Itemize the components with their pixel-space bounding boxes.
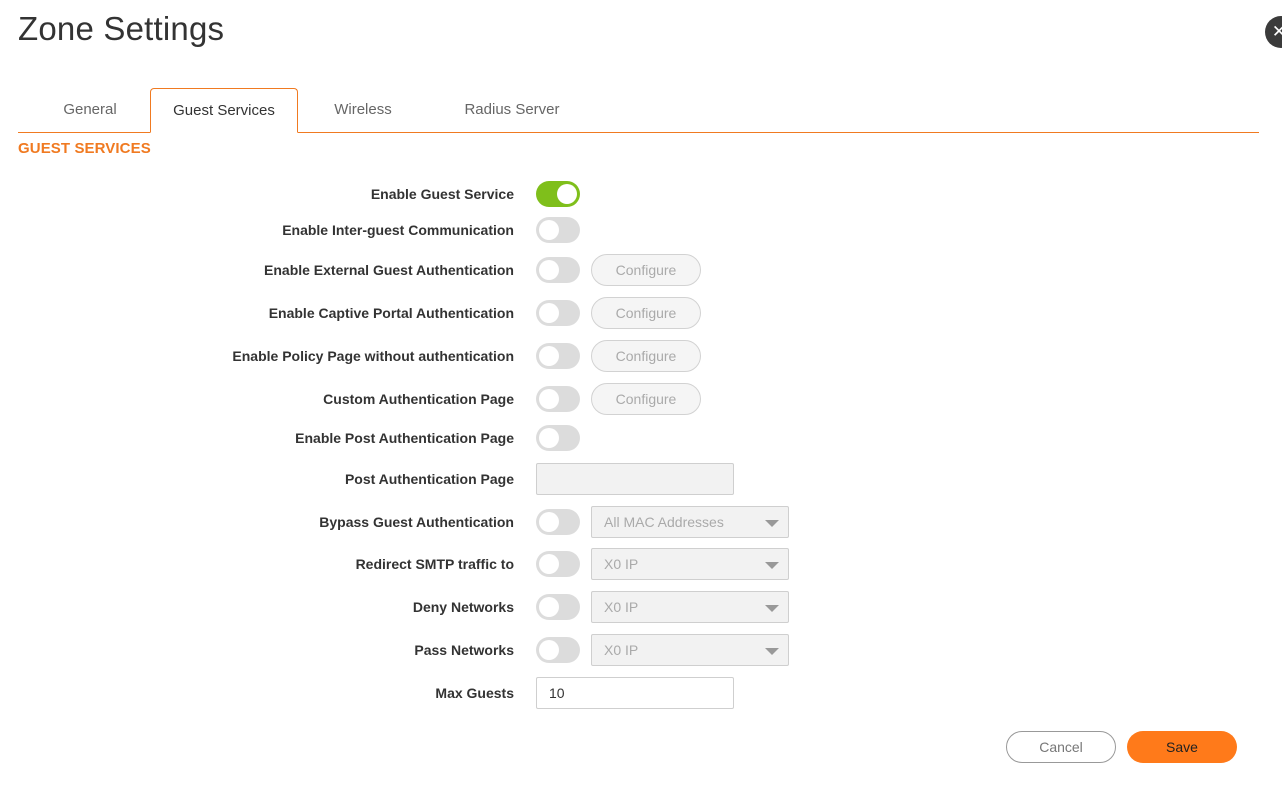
row-enable-guest-service: Enable Guest Service <box>0 178 1282 210</box>
save-button[interactable]: Save <box>1127 731 1237 763</box>
tab-wireless[interactable]: Wireless <box>314 88 412 132</box>
toggle-knob <box>539 428 559 448</box>
bypass-guest-auth-selected: All MAC Addresses <box>604 514 724 530</box>
captive-portal-label: Enable Captive Portal Authentication <box>268 305 514 321</box>
custom-auth-page-label: Custom Authentication Page <box>323 391 514 407</box>
row-external-auth: Enable External Guest Authentication Con… <box>0 254 1282 286</box>
post-auth-enable-label: Enable Post Authentication Page <box>295 430 514 446</box>
custom-auth-page-configure-button[interactable]: Configure <box>591 383 701 415</box>
toggle-knob <box>539 303 559 323</box>
row-post-auth-enable: Enable Post Authentication Page <box>0 422 1282 454</box>
bypass-guest-auth-select[interactable]: All MAC Addresses <box>591 506 789 538</box>
toggle-knob <box>539 554 559 574</box>
post-auth-page-label: Post Authentication Page <box>344 471 514 487</box>
section-title: GUEST SERVICES <box>18 140 151 157</box>
toggle-knob <box>539 220 559 240</box>
row-custom-auth-page: Custom Authentication Page Configure <box>0 383 1282 415</box>
policy-page-toggle[interactable] <box>536 343 580 369</box>
chevron-down-icon <box>765 648 779 655</box>
toggle-knob <box>539 640 559 660</box>
pass-networks-select[interactable]: X0 IP <box>591 634 789 666</box>
chevron-down-icon <box>765 520 779 527</box>
max-guests-input[interactable]: 10 <box>536 677 734 709</box>
tab-guest-services[interactable]: Guest Services <box>150 88 298 133</box>
redirect-smtp-select[interactable]: X0 IP <box>591 548 789 580</box>
external-auth-configure-button[interactable]: Configure <box>591 254 701 286</box>
captive-portal-toggle[interactable] <box>536 300 580 326</box>
deny-networks-selected: X0 IP <box>604 599 639 615</box>
row-post-auth-page: Post Authentication Page <box>0 463 1282 495</box>
row-inter-guest: Enable Inter-guest Communication <box>0 214 1282 246</box>
toggle-knob <box>539 597 559 617</box>
row-captive-portal: Enable Captive Portal Authentication Con… <box>0 297 1282 329</box>
enable-guest-service-toggle[interactable] <box>536 181 580 207</box>
policy-page-label: Enable Policy Page without authenticatio… <box>232 348 514 364</box>
inter-guest-label: Enable Inter-guest Communication <box>282 222 514 238</box>
toggle-knob <box>539 260 559 280</box>
toggle-knob <box>539 346 559 366</box>
external-auth-label: Enable External Guest Authentication <box>264 262 514 278</box>
close-icon: ✕ <box>1271 21 1282 41</box>
captive-portal-configure-button[interactable]: Configure <box>591 297 701 329</box>
cancel-button[interactable]: Cancel <box>1006 731 1116 763</box>
toggle-knob <box>539 389 559 409</box>
deny-networks-toggle[interactable] <box>536 594 580 620</box>
toggle-knob <box>539 512 559 532</box>
toggle-knob <box>557 184 577 204</box>
pass-networks-selected: X0 IP <box>604 642 639 658</box>
bypass-guest-auth-label: Bypass Guest Authentication <box>319 514 514 530</box>
row-deny-networks: Deny Networks X0 IP <box>0 591 1282 623</box>
custom-auth-page-toggle[interactable] <box>536 386 580 412</box>
bypass-guest-auth-toggle[interactable] <box>536 509 580 535</box>
tab-radius-server[interactable]: Radius Server <box>432 88 592 132</box>
pass-networks-label: Pass Networks <box>414 642 514 658</box>
tab-general[interactable]: General <box>38 88 142 132</box>
max-guests-label: Max Guests <box>435 685 514 701</box>
chevron-down-icon <box>765 562 779 569</box>
deny-networks-label: Deny Networks <box>412 599 514 615</box>
row-max-guests: Max Guests 10 <box>0 677 1282 709</box>
post-auth-page-input[interactable] <box>536 463 734 495</box>
external-auth-toggle[interactable] <box>536 257 580 283</box>
post-auth-enable-toggle[interactable] <box>536 425 580 451</box>
row-bypass-guest-auth: Bypass Guest Authentication All MAC Addr… <box>0 506 1282 538</box>
page-title: Zone Settings <box>18 10 225 47</box>
deny-networks-select[interactable]: X0 IP <box>591 591 789 623</box>
row-policy-page: Enable Policy Page without authenticatio… <box>0 340 1282 372</box>
row-pass-networks: Pass Networks X0 IP <box>0 634 1282 666</box>
chevron-down-icon <box>765 605 779 612</box>
close-button[interactable]: ✕ <box>1265 16 1282 48</box>
pass-networks-toggle[interactable] <box>536 637 580 663</box>
redirect-smtp-selected: X0 IP <box>604 556 639 572</box>
row-redirect-smtp: Redirect SMTP traffic to X0 IP <box>0 548 1282 580</box>
redirect-smtp-toggle[interactable] <box>536 551 580 577</box>
enable-guest-service-label: Enable Guest Service <box>370 186 514 202</box>
redirect-smtp-label: Redirect SMTP traffic to <box>355 556 514 572</box>
inter-guest-toggle[interactable] <box>536 217 580 243</box>
tab-bar: General Guest Services Wireless Radius S… <box>18 88 1259 133</box>
policy-page-configure-button[interactable]: Configure <box>591 340 701 372</box>
